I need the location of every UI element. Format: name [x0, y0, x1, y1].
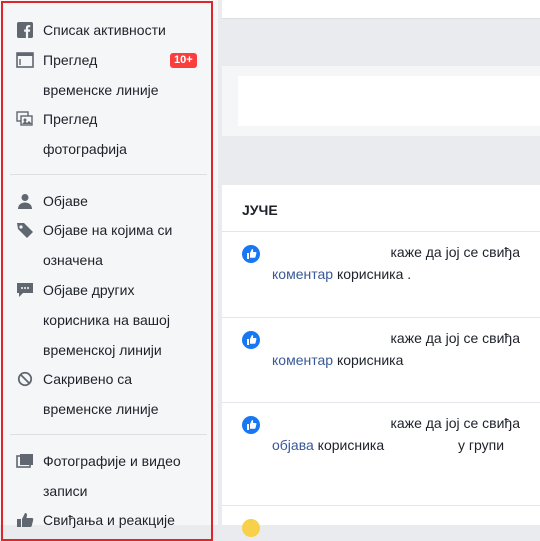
search-panel [222, 66, 540, 136]
activity-text: корисника [317, 437, 385, 453]
sidebar-item-label: записи [43, 483, 88, 499]
activity-text: каже да јој се свиђа [390, 244, 520, 260]
sidebar-item-label: Преглед [43, 111, 98, 127]
sidebar-item-others-posts[interactable]: Објаве других корисника на вашој временс… [16, 275, 206, 365]
sidebar-divider [10, 434, 207, 435]
activity-text: каже да јој се свиђа [390, 415, 520, 431]
photos-icon [16, 454, 33, 468]
sidebar-item-label: временске линије [43, 401, 159, 417]
photo-review-icon [16, 111, 33, 126]
like-reaction-icon [242, 416, 260, 434]
activity-text: . [407, 266, 412, 282]
sidebar-item-hidden-from-timeline[interactable]: Сакривено са временске линије [16, 364, 206, 424]
sidebar-item-label: фотографија [43, 141, 127, 157]
reaction-icon [242, 519, 260, 537]
sidebar-item-label: временској линији [43, 342, 162, 358]
sidebar-item-activity-log[interactable]: Списак активности [16, 15, 206, 45]
timeline-icon [16, 52, 34, 68]
sidebar-item-photos-videos[interactable]: Фотографије и видео записи [16, 446, 206, 506]
activity-log-panel: ЈУЧЕ каже да јој се свиђа коментар корис… [222, 185, 540, 537]
activity-text: у групи [458, 437, 505, 453]
activity-text: корисника [336, 266, 404, 282]
activity-divider [222, 231, 540, 232]
sidebar-item-timeline-review[interactable]: Преглед временске линије 10+ [16, 45, 206, 105]
day-header: ЈУЧЕ [242, 202, 278, 218]
sidebar-item-label: корисника на вашој [43, 312, 170, 328]
tag-icon [17, 223, 33, 238]
sidebar-item-label: Списак активности [43, 22, 166, 38]
comment-icon [17, 283, 33, 297]
post-link[interactable]: објава [272, 437, 314, 453]
comment-link[interactable]: коментар [272, 266, 333, 282]
person-icon [18, 194, 32, 209]
sidebar-item-posts[interactable]: Објаве [16, 186, 206, 216]
sidebar-item-label: Објаве на којима си [43, 222, 173, 238]
sidebar-item-label: означена [43, 252, 103, 268]
facebook-icon [17, 22, 33, 38]
activity-divider [222, 505, 540, 506]
like-icon [17, 513, 34, 527]
sidebar-item-label: Објаве других [43, 282, 135, 298]
like-reaction-icon [242, 331, 260, 349]
hidden-icon [17, 371, 33, 387]
sidebar-item-label: временске линије [43, 82, 159, 98]
sidebar-item-likes-reactions[interactable]: Свиђања и реакције [16, 505, 206, 535]
sidebar-item-photo-review[interactable]: Преглед фотографија [16, 104, 206, 164]
activity-divider [222, 317, 540, 318]
sidebar-item-label: Свиђања и реакције [43, 512, 175, 528]
activity-divider [222, 402, 540, 403]
sidebar-item-tagged-posts[interactable]: Објаве на којима си означена [16, 215, 206, 275]
activity-log-sidebar: Списак активности Преглед временске лини… [0, 0, 218, 541]
activity-text: каже да јој се свиђа [390, 330, 520, 346]
like-reaction-icon [242, 245, 260, 263]
notification-badge: 10+ [170, 53, 197, 68]
sidebar-item-label: Сакривено са [43, 371, 133, 387]
comment-link[interactable]: коментар [272, 352, 333, 368]
top-panel [222, 0, 540, 19]
sidebar-divider [10, 174, 207, 175]
activity-text: корисника [336, 352, 404, 368]
sidebar-item-label: Објаве [43, 193, 88, 209]
search-area[interactable] [238, 76, 540, 126]
sidebar-item-label: Фотографије и видео [43, 453, 181, 469]
